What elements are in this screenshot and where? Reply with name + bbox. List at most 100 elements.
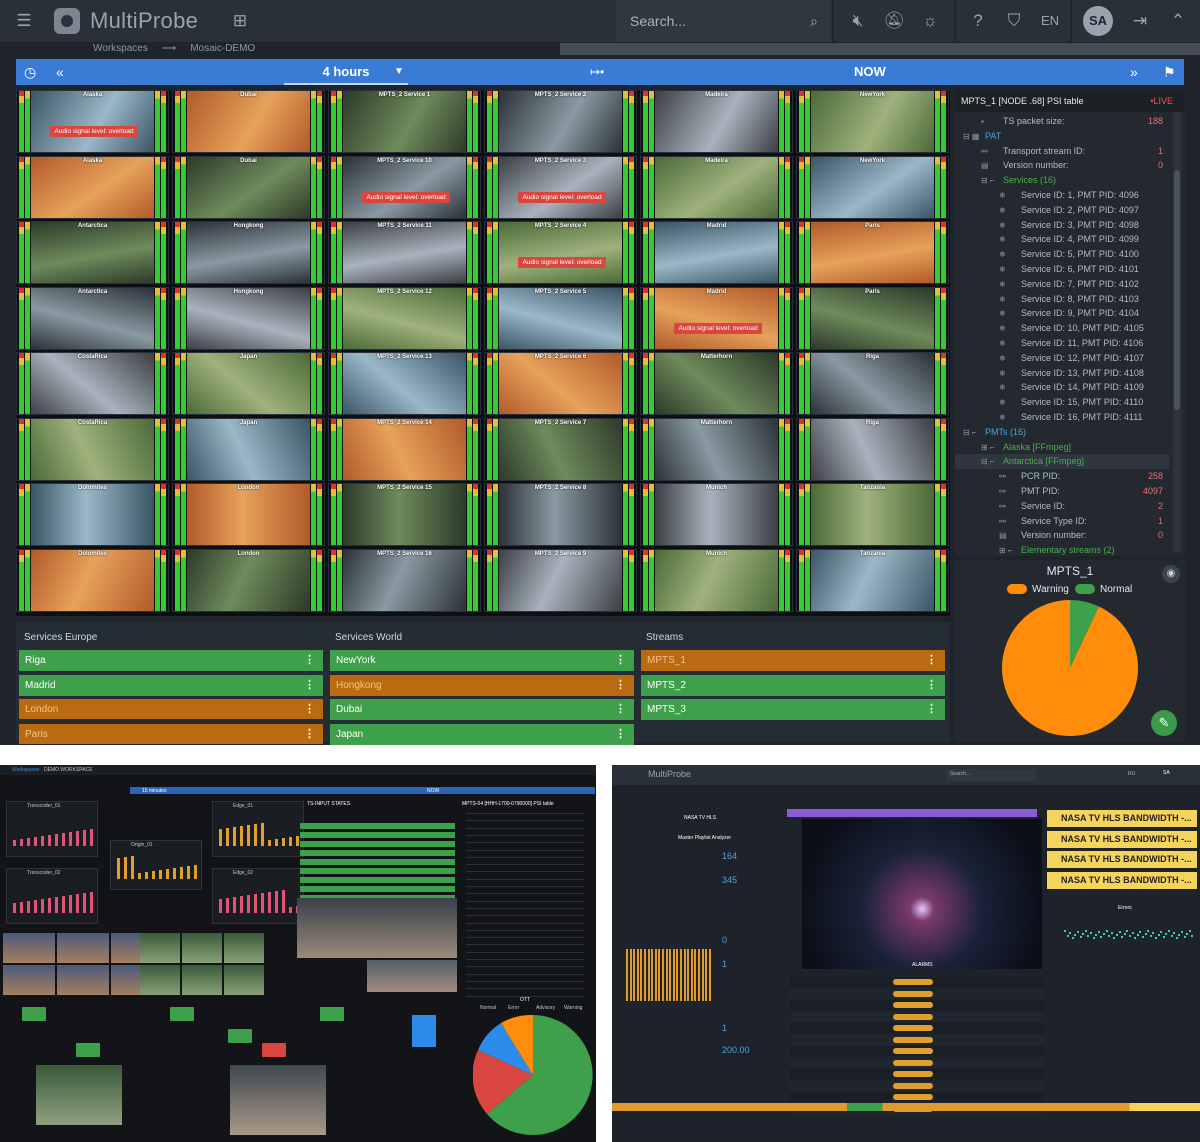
service-item[interactable]: MPTS_2 ⋮: [641, 674, 945, 696]
video-tile[interactable]: Madrid: [640, 221, 793, 284]
video-tile[interactable]: MPTS_2 Service 11: [328, 221, 481, 284]
psi-row[interactable]: ▤ Version number: 0: [955, 158, 1169, 173]
time-range-label[interactable]: 4 hours: [284, 59, 408, 85]
help-icon[interactable]: ?: [964, 0, 992, 42]
more-options-icon[interactable]: ⋮: [926, 650, 937, 671]
psi-row[interactable]: ❄ Service ID: 4, PMT PID: 4099: [955, 232, 1169, 247]
breadcrumb-root[interactable]: Workspaces: [93, 43, 148, 54]
input-state-row[interactable]: [300, 868, 455, 874]
video-tile[interactable]: MPTS_2 Service 12: [328, 286, 481, 350]
more-options-icon[interactable]: ⋮: [304, 675, 315, 696]
video-tile[interactable]: Tanzania: [796, 483, 949, 546]
psi-row[interactable]: ⚯ PCR PID: 258: [955, 469, 1169, 484]
brightness-icon[interactable]: ☼: [916, 0, 944, 42]
service-item[interactable]: MPTS_1 ⋮: [641, 650, 945, 671]
video-tile[interactable]: MPTS_2 Service 13: [328, 352, 481, 415]
service-item[interactable]: Riga ⋮: [19, 650, 323, 671]
alarm-notification[interactable]: NASA TV HLS BANDWIDTH -...: [1047, 871, 1197, 889]
service-item[interactable]: NewYork ⋮: [330, 650, 634, 671]
more-options-icon[interactable]: ⋮: [304, 650, 315, 671]
video-tile[interactable]: CostaRica: [16, 417, 169, 481]
video-tile[interactable]: [3, 965, 55, 995]
video-tile[interactable]: MPTS_2 Service 9: [484, 548, 637, 612]
psi-row[interactable]: ⊞ ⌐ Elementary streams (2): [955, 543, 1169, 558]
video-tile[interactable]: Matterhorn: [640, 352, 793, 415]
video-tile[interactable]: [3, 933, 55, 963]
psi-row[interactable]: ⊟ ⌐ PMTs (16): [955, 425, 1169, 440]
video-tile[interactable]: MPTS_2 Service 7: [484, 417, 637, 481]
alarm-row[interactable]: [790, 1069, 1044, 1079]
video-tile[interactable]: Madrid Audio signal level: overload: [640, 286, 793, 350]
video-tile[interactable]: CostaRica: [16, 352, 169, 415]
psi-row[interactable]: ⚯ PMT PID: 4097: [955, 484, 1169, 499]
psi-row[interactable]: ❄ Service ID: 3, PMT PID: 4098: [955, 218, 1169, 233]
input-state-row[interactable]: [300, 841, 455, 847]
more-options-icon[interactable]: ⋮: [926, 675, 937, 696]
video-tile[interactable]: [57, 933, 109, 963]
workflow-node[interactable]: [262, 1043, 286, 1057]
video-tile[interactable]: Alaska Audio signal level: overload: [16, 90, 169, 153]
psi-row[interactable]: ⚯ Transport stream ID: 1: [955, 144, 1169, 159]
video-tile[interactable]: Japan: [172, 352, 325, 415]
input-state-row[interactable]: [300, 850, 455, 856]
psi-row[interactable]: ❄ Service ID: 9, PMT PID: 4104: [955, 306, 1169, 321]
search-input[interactable]: Search... ⌕: [616, 0, 830, 42]
video-tile[interactable]: MPTS_2 Service 2: [484, 90, 637, 153]
psi-row[interactable]: ❄ Service ID: 14, PMT PID: 4109: [955, 380, 1169, 395]
more-options-icon[interactable]: ⋮: [926, 699, 937, 720]
video-tile[interactable]: [367, 960, 457, 992]
calendar-clock-icon[interactable]: ◷: [24, 59, 36, 85]
video-tile[interactable]: [297, 898, 457, 958]
psi-row[interactable]: ▪ TS packet size: 188: [955, 114, 1169, 129]
rewind-icon[interactable]: «: [56, 59, 64, 85]
video-tile[interactable]: Matterhorn: [640, 417, 793, 481]
service-item[interactable]: Madrid ⋮: [19, 674, 323, 696]
psi-row[interactable]: ❄ Service ID: 12, PMT PID: 4107: [955, 351, 1169, 366]
psi-row[interactable]: ⚯ Service Type ID: 1: [955, 514, 1169, 529]
psi-row[interactable]: ⊟ ⌐ Services (16): [955, 173, 1169, 188]
psi-row[interactable]: ❄ Service ID: 6, PMT PID: 4101: [955, 262, 1169, 277]
video-tile[interactable]: [182, 933, 222, 963]
video-tile[interactable]: MPTS_2 Service 16: [328, 548, 481, 612]
video-tile[interactable]: Antarctica: [16, 221, 169, 284]
psi-row[interactable]: ❄ Service ID: 1, PMT PID: 4096: [955, 188, 1169, 203]
dashboard-grid-icon[interactable]: ⊞: [226, 0, 254, 42]
video-tile[interactable]: Dolomites: [16, 548, 169, 612]
more-options-icon[interactable]: ⋮: [615, 724, 626, 745]
alarm-notification[interactable]: NASA TV HLS BANDWIDTH -...: [1047, 810, 1197, 827]
scrollbar-thumb[interactable]: [1174, 170, 1180, 410]
alarm-row[interactable]: [790, 1092, 1044, 1102]
workflow-node[interactable]: [412, 1015, 436, 1047]
service-item[interactable]: Dubai ⋮: [330, 699, 634, 720]
video-tile[interactable]: MPTS_2 Service 3 Audio signal level: over…: [484, 155, 637, 219]
video-tile[interactable]: Paris: [796, 286, 949, 350]
video-tile[interactable]: MPTS_2 Service 14: [328, 417, 481, 481]
psi-row[interactable]: ❄ Service ID: 15, PMT PID: 4110: [955, 395, 1169, 410]
alarm-row[interactable]: [790, 1023, 1044, 1033]
language-selector[interactable]: EN: [1036, 0, 1064, 42]
shield-icon[interactable]: ⛉: [1000, 0, 1028, 42]
psi-scrollbar[interactable]: [1173, 112, 1181, 552]
video-tile[interactable]: NewYork: [796, 155, 949, 219]
video-tile[interactable]: MPTS_2 Service 10 Audio signal level: ove…: [328, 155, 481, 219]
video-tile[interactable]: Hongkong: [172, 221, 325, 284]
more-options-icon[interactable]: ⋮: [304, 699, 315, 720]
video-tile[interactable]: [57, 965, 109, 995]
collapse-up-icon[interactable]: ⌃: [1164, 0, 1192, 42]
psi-row[interactable]: ❄ Service ID: 13, PMT PID: 4108: [955, 366, 1169, 381]
service-item[interactable]: London ⋮: [19, 699, 323, 719]
video-tile[interactable]: Paris: [796, 221, 949, 284]
service-item[interactable]: Paris ⋮: [19, 723, 323, 744]
flag-icon[interactable]: ⚑: [1163, 59, 1176, 85]
more-options-icon[interactable]: ⋮: [615, 699, 626, 720]
input-state-row[interactable]: [300, 859, 455, 865]
video-tile[interactable]: Dolomites: [16, 483, 169, 546]
video-tile[interactable]: Dubai: [172, 155, 325, 219]
video-tile[interactable]: Hongkong: [172, 286, 325, 350]
video-tile[interactable]: [230, 1065, 326, 1135]
edit-icon[interactable]: ✎: [1151, 710, 1177, 736]
video-tile[interactable]: MPTS_2 Service 15: [328, 483, 481, 546]
psi-row[interactable]: ❄ Service ID: 16, PMT PID: 4111: [955, 410, 1169, 425]
video-tile[interactable]: Riga: [796, 417, 949, 481]
alarm-notification[interactable]: NASA TV HLS BANDWIDTH -...: [1047, 830, 1197, 848]
